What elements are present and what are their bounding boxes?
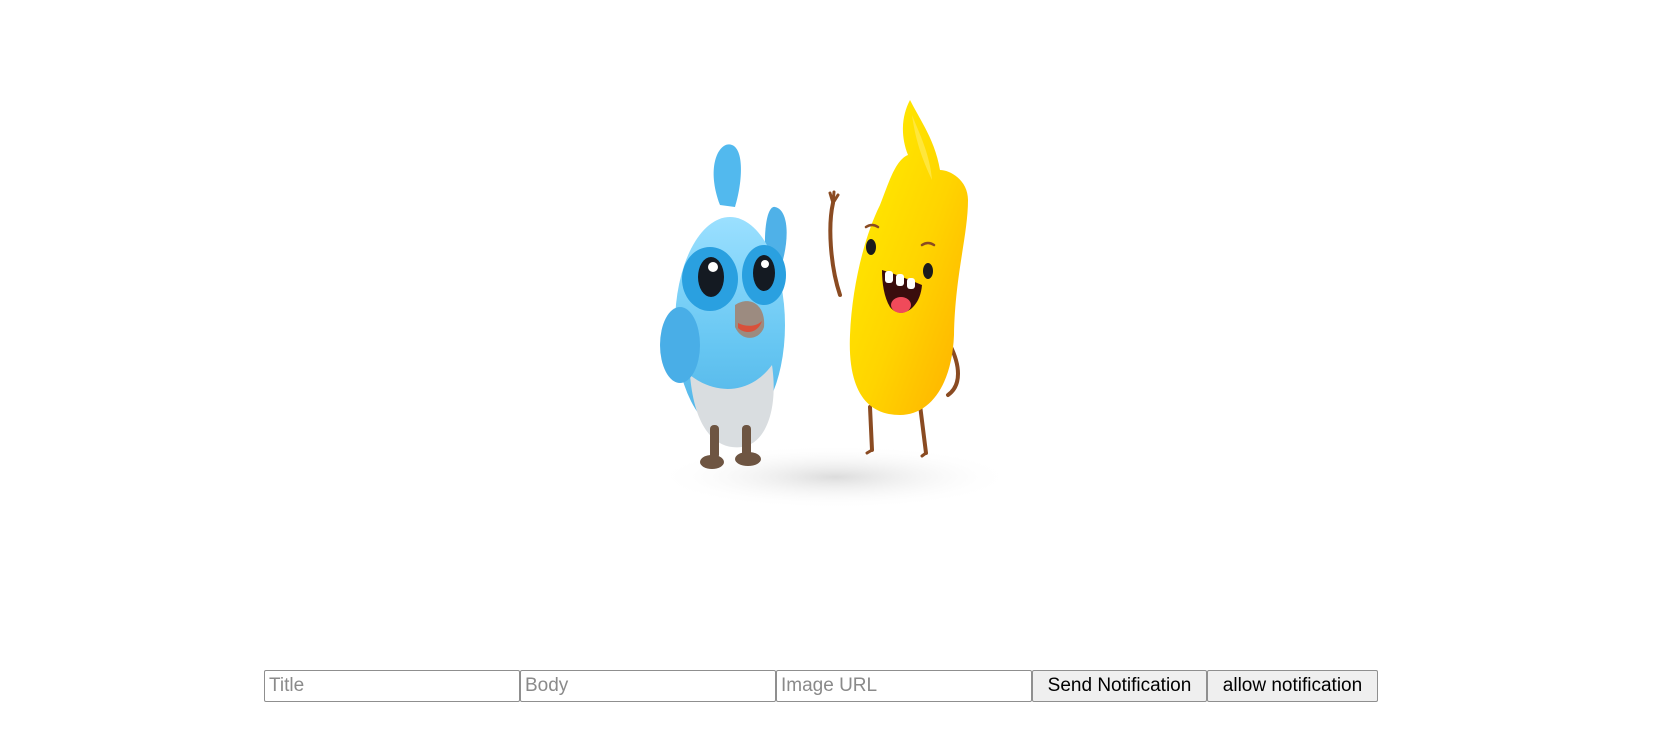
send-notification-button[interactable]: Send Notification [1032,670,1207,702]
mascots-image [655,100,1015,509]
blue-bird-mascot-icon [660,144,787,469]
yellow-flame-mascot-icon [828,100,968,458]
image-url-input[interactable] [776,670,1032,702]
allow-notification-button[interactable]: allow notification [1207,670,1378,702]
title-input[interactable] [264,670,520,702]
ground-shadow [655,445,1015,509]
hero-illustration [650,95,1020,515]
notification-form: Send Notification allow notification [264,670,1378,702]
body-input[interactable] [520,670,776,702]
